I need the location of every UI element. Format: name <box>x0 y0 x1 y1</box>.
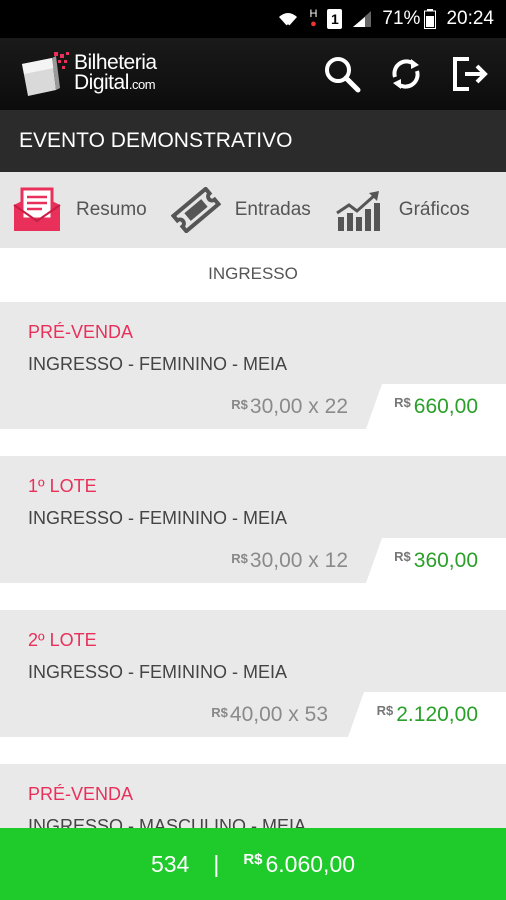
ticket-unit-calc: R$30,00 x 12 <box>231 549 348 572</box>
network-type-indicator: H ● <box>309 8 318 30</box>
ticket-total-box: R$ 360,00 <box>366 538 506 583</box>
battery-percentage: 71% <box>382 8 421 29</box>
tab-resumo[interactable]: Resumo <box>12 187 147 233</box>
ticket-description: INGRESSO - FEMININO - MEIA <box>28 354 288 374</box>
event-title: EVENTO DEMONSTRATIVO <box>19 129 293 152</box>
section-header: INGRESSO <box>0 248 506 302</box>
footer-separator: | <box>213 850 220 877</box>
app-logo: Bilheteria Digital.com <box>18 50 157 98</box>
ticket-icon <box>170 187 221 233</box>
ticket-card[interactable]: PRÉ-VENDA INGRESSO - FEMININO - MEIA R$3… <box>0 302 506 429</box>
sim-indicator: 1 <box>327 9 343 29</box>
app-bar: Bilheteria Digital.com <box>0 38 506 110</box>
ticket-total: R$ 2.120,00 <box>376 703 478 726</box>
search-button[interactable] <box>320 52 364 96</box>
ticket-total-box: R$ 2.120,00 <box>348 692 506 737</box>
clock: 20:24 <box>446 8 494 29</box>
ticket-card[interactable]: PRÉ-VENDA INGRESSO - MASCULINO - MEIA <box>0 764 506 828</box>
tab-graficos-label: Gráficos <box>398 199 470 220</box>
totals-footer: 534 | R$ 6.060,00 <box>0 828 506 900</box>
search-icon <box>325 57 361 93</box>
ticket-batch: PRÉ-VENDA <box>28 322 134 342</box>
event-title-bar: EVENTO DEMONSTRATIVO <box>0 110 506 172</box>
ticket-total-box: R$ 660,00 <box>366 384 506 429</box>
status-bar: H ● 1 71% 20:24 <box>0 0 506 38</box>
logout-button[interactable] <box>448 52 492 96</box>
ticket-card[interactable]: 2º LOTE INGRESSO - FEMININO - MEIA R$40,… <box>0 610 506 737</box>
total-amount: R$ 6.060,00 <box>243 850 356 877</box>
tab-graficos[interactable]: Gráficos <box>335 187 470 233</box>
logo-mark-icon <box>18 50 72 98</box>
signal-icon <box>352 10 372 28</box>
refresh-button[interactable] <box>384 52 428 96</box>
battery-icon <box>424 9 437 29</box>
ticket-total: R$ 360,00 <box>394 549 478 572</box>
ticket-list[interactable]: INGRESSO PRÉ-VENDA INGRESSO - FEMININO -… <box>0 248 506 828</box>
tab-bar: Resumo Entradas Gráficos <box>0 172 506 248</box>
tab-entradas[interactable]: Entradas <box>170 187 311 233</box>
receipt-icon <box>13 187 61 231</box>
ticket-description: INGRESSO - FEMININO - MEIA <box>28 662 288 682</box>
ticket-total: R$ 660,00 <box>394 395 478 418</box>
bar-chart-icon <box>335 191 380 231</box>
logo-line1: Bilheteria <box>74 51 157 74</box>
ticket-description: INGRESSO - MASCULINO - MEIA <box>28 816 307 828</box>
tab-entradas-label: Entradas <box>234 199 311 220</box>
logout-icon <box>453 57 488 91</box>
ticket-description: INGRESSO - FEMININO - MEIA <box>28 508 288 528</box>
tab-resumo-label: Resumo <box>76 199 147 220</box>
refresh-icon <box>392 59 420 89</box>
wifi-icon <box>277 9 299 29</box>
logo-line2: Digital.com <box>74 71 156 94</box>
ticket-batch: 1º LOTE <box>28 476 97 496</box>
ticket-batch: 2º LOTE <box>28 630 97 650</box>
total-count: 534 <box>150 850 190 877</box>
ticket-card[interactable]: 1º LOTE INGRESSO - FEMININO - MEIA R$30,… <box>0 456 506 583</box>
ticket-unit-calc: R$30,00 x 22 <box>231 395 348 418</box>
ticket-unit-calc: R$40,00 x 53 <box>211 703 328 726</box>
ticket-batch: PRÉ-VENDA <box>28 784 134 804</box>
